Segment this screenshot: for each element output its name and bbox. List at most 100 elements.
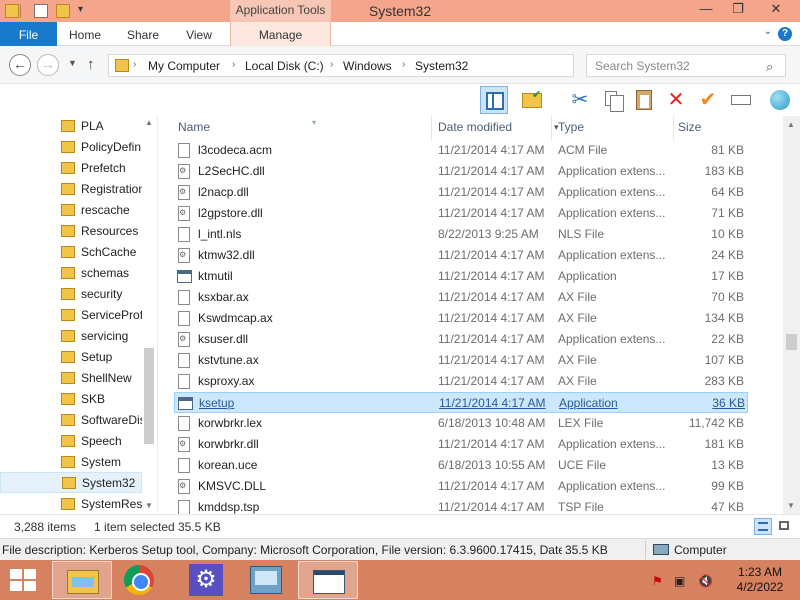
column-header-size[interactable]: Size [674,116,748,140]
taskbar-file-explorer[interactable] [52,561,112,599]
details-view-button[interactable] [754,518,772,535]
column-filter-chevron-icon[interactable]: ▾ [554,122,559,133]
file-row[interactable]: korwbrkr.dll 11/21/2014 4:17 AM Applicatio… [174,434,748,455]
network-icon[interactable]: ▣ [674,574,685,588]
paste-button[interactable] [630,86,658,114]
nav-item-label: System32 [82,476,136,490]
nav-item-softwaredistribution[interactable]: SoftwareDis [0,410,142,431]
up-arrow-icon[interactable]: ↑ [87,56,95,73]
file-row[interactable]: korean.uce 6/18/2013 10:55 AM UCE File 13 K… [174,455,748,476]
properties-button[interactable]: ✔ [518,86,546,114]
nav-item-system[interactable]: System [0,452,142,473]
tab-view[interactable]: View [176,22,222,46]
tab-home[interactable]: Home [62,22,108,46]
file-row[interactable]: ktmw32.dll 11/21/2014 4:17 AM Application … [174,245,748,266]
nav-item-schemas[interactable]: schemas [0,263,142,284]
breadcrumb-chevron-icon[interactable]: › [232,59,235,70]
column-header-date[interactable]: Date modified [434,116,552,140]
globe-button[interactable] [766,86,794,114]
breadcrumb-chevron-icon[interactable]: › [330,59,333,70]
scroll-down-icon[interactable]: ▼ [145,501,153,510]
file-row[interactable]: kmddsp.tsp 11/21/2014 4:17 AM TSP File 47 K… [174,497,748,514]
customize-quick-access-chevron-icon[interactable]: ▾ [78,4,83,15]
nav-item-shellnew[interactable]: ShellNew [0,368,142,389]
minimize-button[interactable]: — [690,0,722,20]
nav-item-registration[interactable]: Registration [0,179,142,200]
tab-share[interactable]: Share [120,22,166,46]
file-row[interactable]: korwbrkr.lex 6/18/2013 10:48 AM LEX File 11… [174,413,748,434]
scrollbar-thumb[interactable] [786,334,797,350]
file-row[interactable]: l2nacp.dll 11/21/2014 4:17 AM Application … [174,182,748,203]
breadcrumb-chevron-icon[interactable]: › [402,59,405,70]
file-row[interactable]: kstvtune.ax 11/21/2014 4:17 AM AX File 107 … [174,350,748,371]
nav-item-serviceprofiles[interactable]: ServiceProf [0,305,142,326]
taskbar-chrome[interactable] [109,561,169,599]
navigation-scrollbar[interactable]: ▲ ▼ [142,116,156,514]
file-row[interactable]: L2SecHC.dll 11/21/2014 4:17 AM Application… [174,161,748,182]
taskbar-control-panel[interactable] [236,561,296,599]
rename-button[interactable] [727,86,755,114]
file-row[interactable]: ksetup 11/21/2014 4:17 AM Application 36 KB [174,392,748,413]
breadcrumb-windows[interactable]: Windows [343,59,392,73]
close-button[interactable]: ✕ [756,0,796,20]
file-row[interactable]: Kswdmcap.ax 11/21/2014 4:17 AM AX File 134 … [174,308,748,329]
forward-button[interactable]: → [37,54,59,76]
taskbar-window[interactable] [298,561,358,599]
properties-icon[interactable] [34,4,48,18]
large-icons-view-button[interactable] [776,518,794,535]
file-row[interactable]: ksproxy.ax 11/21/2014 4:17 AM AX File 283 K… [174,371,748,392]
nav-item-setup[interactable]: Setup [0,347,142,368]
column-header-name[interactable]: Name ▾ [174,116,432,140]
nav-item-rescache[interactable]: rescache [0,200,142,221]
tab-file[interactable]: File [0,22,57,46]
breadcrumb-system32[interactable]: System32 [415,59,468,73]
column-header-type[interactable]: Type [554,116,674,140]
cut-button[interactable]: ✂ [566,86,594,114]
file-row[interactable]: l2gpstore.dll 11/21/2014 4:17 AM Applicati… [174,203,748,224]
nav-item-skb[interactable]: SKB [0,389,142,410]
recent-locations-chevron-icon[interactable]: ▼ [68,58,77,68]
nav-item-system32[interactable]: System32 [0,472,142,493]
breadcrumb-local-disk[interactable]: Local Disk (C:) [245,59,324,73]
file-row[interactable]: ksuser.dll 11/21/2014 4:17 AM Application … [174,329,748,350]
clock[interactable]: 1:23 AM 4/2/2022 [730,565,790,595]
nav-item-security[interactable]: security [0,284,142,305]
preview-pane-button[interactable] [480,86,508,114]
file-row[interactable]: ktmutil 11/21/2014 4:17 AM Application 17 K… [174,266,748,287]
copy-button[interactable] [598,86,626,114]
maximize-button[interactable]: ❐ [722,0,754,20]
file-list-scrollbar[interactable]: ▲ ▼ [783,116,800,514]
select-button[interactable]: ✔ [694,86,722,114]
taskbar-settings[interactable]: ⚙ [176,561,236,599]
file-row[interactable]: ksxbar.ax 11/21/2014 4:17 AM AX File 70 KB [174,287,748,308]
nav-item-pla[interactable]: PLA [0,116,142,137]
expand-ribbon-chevron-icon[interactable]: ⌄ [764,26,772,37]
address-bar[interactable]: › My Computer › Local Disk (C:) › Window… [108,54,670,77]
delete-button[interactable]: ✕ [662,86,690,114]
nav-item-servicing[interactable]: servicing [0,326,142,347]
search-icon[interactable]: ⌕ [766,59,773,75]
new-folder-icon[interactable] [56,4,70,18]
scroll-down-icon[interactable]: ▼ [787,501,795,510]
nav-item-resources[interactable]: Resources [0,221,142,242]
back-button[interactable]: ← [9,54,31,76]
tab-manage[interactable]: Manage [230,22,331,46]
nav-item-policydefinitions[interactable]: PolicyDefin [0,137,142,158]
help-icon[interactable]: ? [778,27,792,41]
file-row[interactable]: KMSVC.DLL 11/21/2014 4:17 AM Application e… [174,476,748,497]
scroll-up-icon[interactable]: ▲ [787,120,795,129]
file-row[interactable]: l_intl.nls 8/22/2013 9:25 AM NLS File 10 KB [174,224,748,245]
breadcrumb-my-computer[interactable]: My Computer [148,59,220,73]
volume-muted-icon[interactable]: 🔇 [698,574,713,588]
search-input[interactable] [586,54,786,77]
action-center-flag-icon[interactable]: ⚑ [652,574,663,588]
breadcrumb-chevron-icon[interactable]: › [133,59,136,70]
start-button[interactable] [10,569,36,591]
nav-item-speech[interactable]: Speech [0,431,142,452]
file-row[interactable]: l3codeca.acm 11/21/2014 4:17 AM ACM File 81… [174,140,748,161]
scrollbar-thumb[interactable] [144,348,154,444]
nav-item-schcache[interactable]: SchCache [0,242,142,263]
nav-item-prefetch[interactable]: Prefetch [0,158,142,179]
nav-item-systemresources[interactable]: SystemReso [0,494,142,514]
scroll-up-icon[interactable]: ▲ [145,118,153,127]
